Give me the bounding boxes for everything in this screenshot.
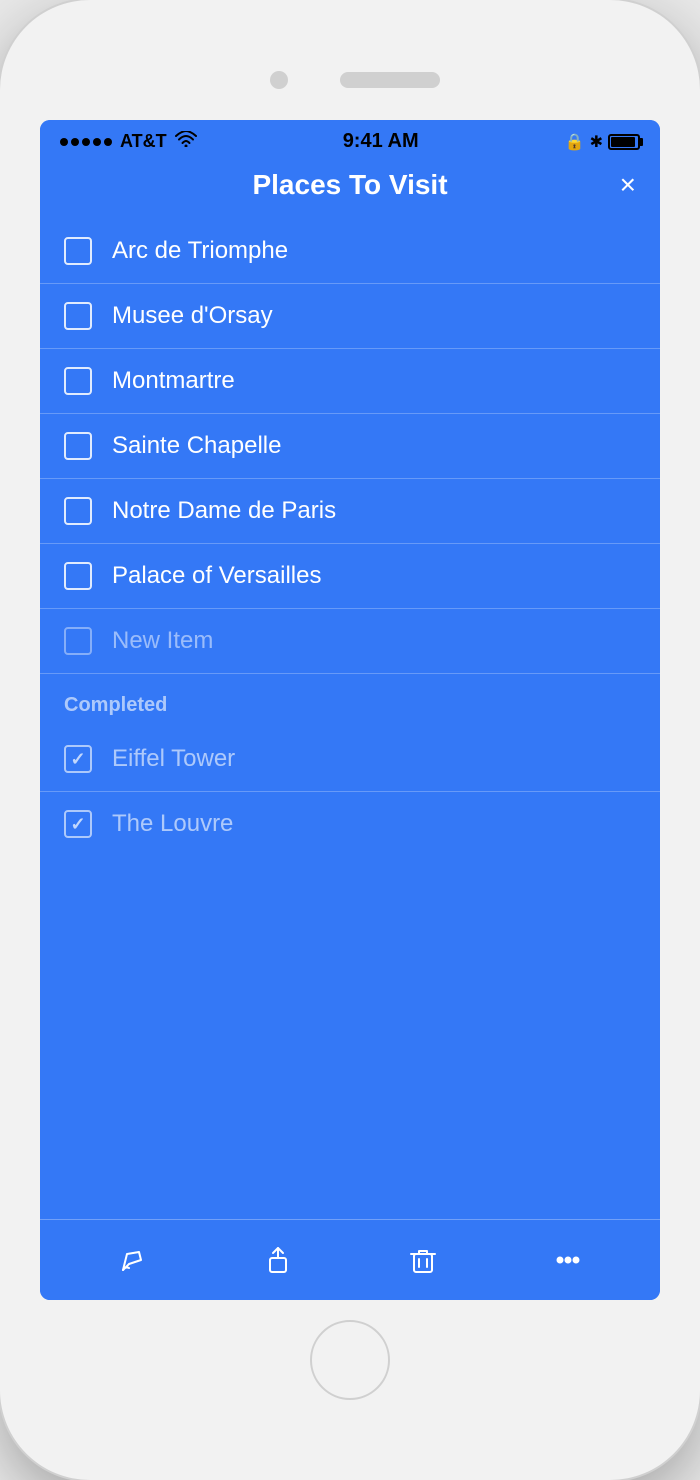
app-title: Places To Visit <box>104 169 596 201</box>
list-item[interactable]: Notre Dame de Paris <box>40 479 660 544</box>
item-text-2: Musee d'Orsay <box>112 302 273 330</box>
item-text-new[interactable]: New Item <box>112 627 213 655</box>
checkbox-new[interactable] <box>64 627 92 655</box>
more-icon <box>552 1244 584 1276</box>
list-item[interactable]: Palace of Versailles <box>40 544 660 609</box>
checkbox-completed-1[interactable] <box>64 745 92 773</box>
phone-speaker <box>340 72 440 88</box>
completed-item-1[interactable]: Eiffel Tower <box>40 727 660 792</box>
list-item[interactable]: Arc de Triomphe <box>40 219 660 284</box>
checkbox-5[interactable] <box>64 497 92 525</box>
paint-icon <box>117 1244 149 1276</box>
item-text-4: Sainte Chapelle <box>112 432 281 460</box>
status-bar: AT&T 9:41 AM 🔒 ✱ <box>40 120 660 159</box>
item-text-6: Palace of Versailles <box>112 562 321 590</box>
checkbox-completed-2[interactable] <box>64 810 92 838</box>
item-text-eiffel: Eiffel Tower <box>112 745 235 773</box>
signal-dot-2 <box>71 138 79 146</box>
bottom-toolbar <box>40 1219 660 1300</box>
trash-button[interactable] <box>399 1236 447 1284</box>
checkbox-2[interactable] <box>64 302 92 330</box>
share-icon <box>262 1244 294 1276</box>
status-right: 🔒 ✱ <box>565 132 640 152</box>
trash-icon <box>407 1244 439 1276</box>
status-left: AT&T <box>60 131 197 152</box>
completed-item-2[interactable]: The Louvre <box>40 792 660 856</box>
battery-icon <box>608 134 640 150</box>
phone-top-bar <box>40 60 660 100</box>
bluetooth-icon: ✱ <box>590 132 603 152</box>
item-text-5: Notre Dame de Paris <box>112 497 336 525</box>
signal-dots <box>60 138 112 146</box>
more-button[interactable] <box>544 1236 592 1284</box>
list-item[interactable]: Sainte Chapelle <box>40 414 660 479</box>
wifi-icon <box>175 131 197 152</box>
signal-dot-1 <box>60 138 68 146</box>
close-button[interactable]: × <box>596 169 636 201</box>
checkbox-1[interactable] <box>64 237 92 265</box>
phone-frame: AT&T 9:41 AM 🔒 ✱ <box>0 0 700 1480</box>
checkbox-6[interactable] <box>64 562 92 590</box>
signal-dot-4 <box>93 138 101 146</box>
paint-button[interactable] <box>109 1236 157 1284</box>
carrier-label: AT&T <box>120 131 167 152</box>
checkbox-3[interactable] <box>64 367 92 395</box>
new-item-row[interactable]: New Item <box>40 609 660 674</box>
item-text-3: Montmartre <box>112 367 235 395</box>
status-time: 9:41 AM <box>343 130 419 153</box>
app-header: Places To Visit × <box>40 159 660 219</box>
lock-icon: 🔒 <box>565 132 585 152</box>
list-area: Arc de Triomphe Musee d'Orsay Montmartre… <box>40 219 660 1219</box>
phone-screen: AT&T 9:41 AM 🔒 ✱ <box>40 120 660 1300</box>
completed-section-header: Completed <box>40 674 660 727</box>
item-text-1: Arc de Triomphe <box>112 237 288 265</box>
home-button[interactable] <box>310 1320 390 1400</box>
share-button[interactable] <box>254 1236 302 1284</box>
list-item[interactable]: Montmartre <box>40 349 660 414</box>
item-text-louvre: The Louvre <box>112 810 233 838</box>
signal-dot-3 <box>82 138 90 146</box>
list-item[interactable]: Musee d'Orsay <box>40 284 660 349</box>
completed-label: Completed <box>64 694 167 716</box>
phone-camera <box>270 71 288 89</box>
checkbox-4[interactable] <box>64 432 92 460</box>
signal-dot-5 <box>104 138 112 146</box>
